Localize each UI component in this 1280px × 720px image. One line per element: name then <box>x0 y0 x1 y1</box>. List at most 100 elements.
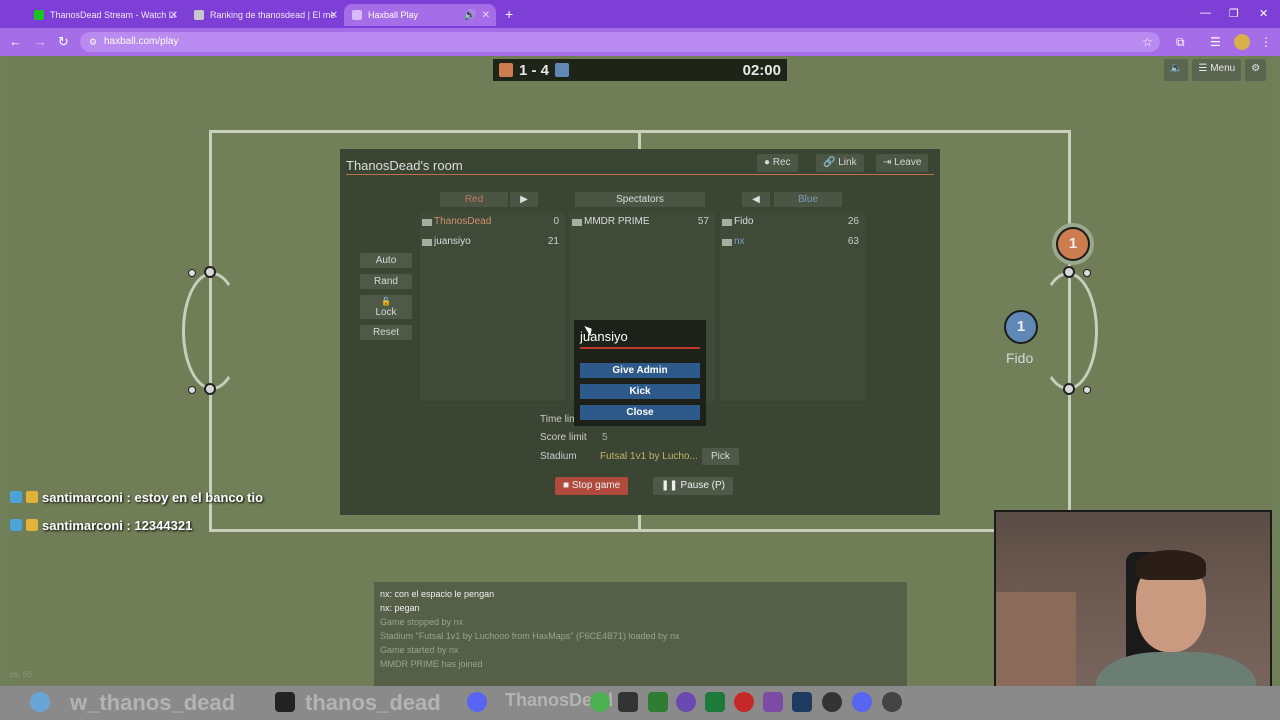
stop-game-button[interactable]: ■ Stop game <box>555 477 629 495</box>
player-row[interactable]: MMDR PRIME 57 <box>572 213 713 231</box>
steam-icon[interactable] <box>792 692 812 712</box>
flag-icon <box>722 219 732 226</box>
blue-team-header[interactable]: Blue <box>774 192 842 207</box>
close-icon[interactable]: ✕ <box>170 10 178 21</box>
spectators-label: Spectators <box>616 194 664 205</box>
discord-icon[interactable] <box>852 692 872 712</box>
auto-label: Auto <box>375 255 397 266</box>
leave-label: Leave <box>894 157 922 168</box>
pick-stadium-button[interactable]: Pick <box>702 448 739 465</box>
menu-button[interactable]: ☰ Menu <box>1192 59 1242 81</box>
score-text: 1 - 4 <box>519 61 550 79</box>
reload-icon[interactable]: ↻ <box>58 34 69 50</box>
link-button[interactable]: 🔗 Link <box>816 154 864 172</box>
taskbar: w_thanos_dead thanos_dead ThanosDead <box>0 686 1280 720</box>
excel-icon[interactable] <box>705 692 725 712</box>
close-button[interactable]: Close <box>580 405 700 420</box>
tiktok-icon[interactable] <box>275 692 295 712</box>
badge-icon <box>10 519 22 531</box>
rand-button[interactable]: Rand <box>360 274 412 289</box>
kick-button[interactable]: Kick <box>580 384 700 399</box>
right-goal <box>1038 272 1098 390</box>
app-icon[interactable] <box>676 692 696 712</box>
player-row[interactable]: ThanosDead 0 <box>422 213 563 231</box>
player-row[interactable]: nx 63 <box>722 233 863 251</box>
sound-icon[interactable]: 🔈 <box>1164 59 1189 81</box>
player-ping: 63 <box>847 236 859 247</box>
goal-post <box>1083 269 1091 277</box>
tab-label: Haxball Play <box>368 10 419 20</box>
media-icon[interactable]: ☰ <box>1210 35 1221 49</box>
site-icon <box>194 10 204 20</box>
close-icon[interactable]: ✕ <box>482 10 490 21</box>
red-player-disc: 1 <box>1056 227 1090 261</box>
pause-button[interactable]: ❚❚ Pause (P) <box>653 477 734 495</box>
app-icon[interactable] <box>30 692 50 712</box>
window-close-icon[interactable]: ✕ <box>1259 7 1268 20</box>
chat-message: nx: con el espacio le pengan <box>380 589 495 599</box>
app-icon[interactable] <box>763 692 783 712</box>
back-icon[interactable]: ← <box>9 34 22 49</box>
url-text: haxball.com/play <box>104 36 179 47</box>
app-icon[interactable] <box>648 692 668 712</box>
goal-post <box>204 266 216 278</box>
new-tab-button[interactable]: + <box>505 6 513 22</box>
red-team-header[interactable]: Red <box>440 192 508 207</box>
more-options-icon[interactable]: ⋮ <box>1260 35 1272 49</box>
scoreboard: 1 - 4 02:00 <box>493 59 787 81</box>
app-icon[interactable] <box>734 692 754 712</box>
app-icon[interactable] <box>822 692 842 712</box>
close-icon[interactable]: ✕ <box>330 10 338 21</box>
tab-haxball-play[interactable]: Haxball Play 🔊 ✕ <box>344 4 496 26</box>
audio-icon[interactable]: 🔊 <box>464 10 476 21</box>
goal-post <box>188 269 196 277</box>
crown-icon <box>26 519 38 531</box>
score-limit-value[interactable]: 5 <box>602 432 608 443</box>
top-right-controls: 🔈 ☰ Menu ⚙ <box>1164 59 1267 81</box>
player-row[interactable]: Fido 26 <box>722 213 863 231</box>
leave-button[interactable]: ⇥ Leave <box>876 154 929 172</box>
flag-icon <box>572 219 582 226</box>
reset-button[interactable]: Reset <box>360 325 412 340</box>
player-ping: 57 <box>697 216 709 227</box>
forward-icon[interactable]: → <box>34 34 47 49</box>
goal-post <box>1083 386 1091 394</box>
popup-divider <box>580 347 700 349</box>
menu-label: Menu <box>1210 63 1236 74</box>
profile-avatar[interactable] <box>1234 34 1250 50</box>
lock-icon: 🔓 <box>381 297 391 306</box>
chat-notice: Game stopped by nx <box>380 617 464 627</box>
chrome-icon[interactable] <box>590 692 610 712</box>
discord-icon[interactable] <box>467 692 487 712</box>
crown-icon <box>26 491 38 503</box>
tab-thanosdead-stream[interactable]: ThanosDead Stream - Watch Li ✕ <box>26 4 184 26</box>
app-icon[interactable] <box>618 692 638 712</box>
overlay-chat-text: santimarconi : 12344321 <box>42 517 193 533</box>
stop-game-label: Stop game <box>571 480 621 491</box>
settings-icon[interactable]: ⚙ <box>1245 59 1267 81</box>
site-info-icon[interactable]: ⚙ <box>89 32 97 52</box>
room-title-divider <box>346 174 934 175</box>
player-name: juansiyo <box>434 236 471 247</box>
rec-button[interactable]: ● Rec <box>757 154 798 172</box>
browser-tab-strip: ThanosDead Stream - Watch Li ✕ Ranking d… <box>0 0 1280 28</box>
blue-team-label: Blue <box>797 194 818 205</box>
lock-label: Lock <box>375 307 397 318</box>
minimize-icon[interactable]: — <box>1200 7 1211 19</box>
url-field[interactable]: ⚙ haxball.com/play <box>80 32 1160 52</box>
give-admin-button[interactable]: Give Admin <box>580 363 700 378</box>
streamer-hair <box>1136 550 1206 580</box>
extensions-icon[interactable]: ⧉ <box>1176 35 1185 50</box>
reset-label: Reset <box>372 327 400 338</box>
move-to-red-button[interactable]: ▶ <box>510 192 538 207</box>
tab-ranking[interactable]: Ranking de thanosdead | El me ✕ <box>186 4 344 26</box>
bookmark-star-icon[interactable]: ☆ <box>1142 35 1153 49</box>
auto-button[interactable]: Auto <box>360 253 412 268</box>
restore-icon[interactable]: ❐ <box>1229 7 1239 20</box>
move-to-blue-button[interactable]: ◀ <box>742 192 770 207</box>
lock-button[interactable]: 🔓 Lock <box>360 295 412 319</box>
spectators-header[interactable]: Spectators <box>575 192 705 207</box>
player-row[interactable]: juansiyo 21 <box>422 233 563 251</box>
red-team-icon <box>499 63 513 77</box>
app-icon[interactable] <box>882 692 902 712</box>
